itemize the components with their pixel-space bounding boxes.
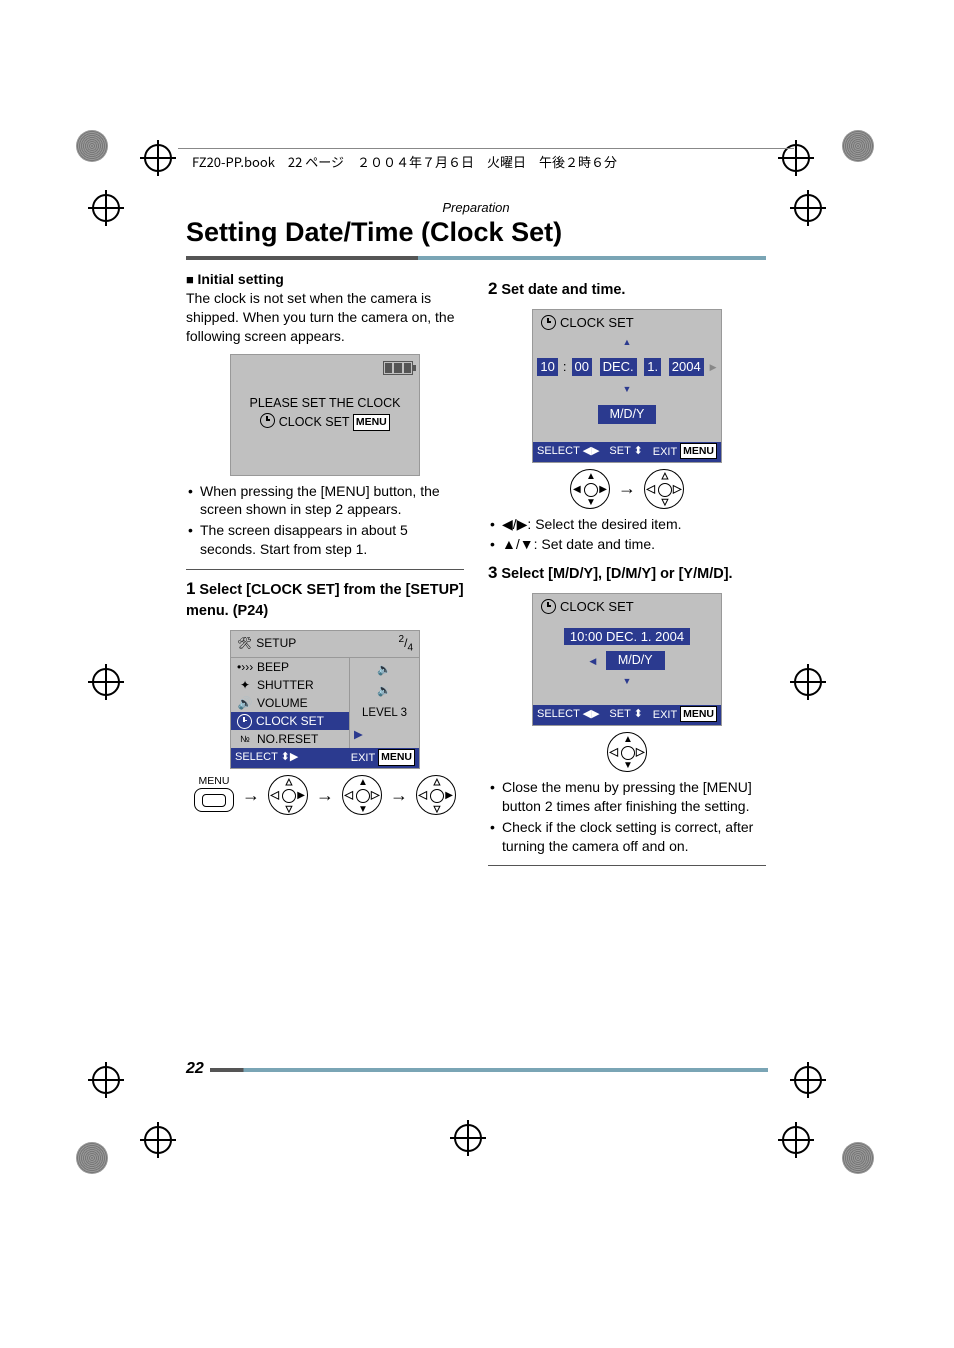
bullet-item: When pressing the [MENU] button, the scr… [186,482,464,520]
dpad-icon: ▲▼ ◀▶ [416,775,456,815]
lcd-clock-set-1: CLOCK SET ▲ 10 : 00 DEC. 1. 2004 ▶ ▼ M/D… [532,309,722,463]
lcd1-line1: PLEASE SET THE CLOCK [241,395,409,412]
divider [488,865,766,866]
initial-setting-body: The clock is not set when the camera is … [186,289,464,346]
clock1-title: CLOCK SET [560,314,634,332]
clock2-datetime: 10:00 DEC. 1. 2004 [564,628,690,646]
page-rule [210,1068,768,1072]
clock2-title: CLOCK SET [560,598,634,616]
header-rule [178,148,794,149]
dpad-sequence-2: ▲▼ ◀▶ → ▲▼ ◀▶ [488,469,766,509]
clock1-format: M/D/Y [598,405,657,424]
header-strip-text: FZ20-PP.book 22 ページ ２００４年７月６日 火曜日 午後２時６分 [192,152,617,171]
clock-icon [541,599,556,614]
vol-high-icon: 🔈 [377,663,391,679]
chevron-right-icon: ▶ [354,728,363,744]
setup-item-beep: •›››BEEP [231,658,349,676]
legend-ud: ▲/▼: Set date and time. [488,535,766,554]
bullets-end: Close the menu by pressing the [MENU] bu… [488,778,766,856]
bullet-item: Check if the clock setting is correct, a… [488,818,766,856]
chevron-left-icon: ◀ [589,656,596,666]
menu-button-icon [194,788,234,812]
setup-foot-select: SELECT [235,751,278,763]
arrow-right-icon: → [242,783,260,807]
setup-page: 2/4 [399,633,413,655]
setup-foot-exit: EXIT [351,752,375,764]
setup-item-clock-set: CLOCK SET [231,712,349,730]
page-number: 22 [186,1060,204,1078]
setup-title: SETUP [256,635,296,651]
chevron-right-icon: ▶ [710,361,717,373]
arrow-right-icon: → [618,476,636,500]
chevron-down-icon: ▼ [623,384,632,394]
page-title: Setting Date/Time (Clock Set) [186,217,766,248]
bullets-after-screen1: When pressing the [MENU] button, the scr… [186,482,464,560]
clock1-date-row: 10 : 00 DEC. 1. 2004 ▶ [533,358,721,376]
arrow-right-icon: → [390,783,408,807]
bullet-item: The screen disappears in about 5 seconds… [186,521,464,559]
chevron-up-icon: ▲ [623,337,632,347]
lcd1-menu-box: MENU [353,414,390,430]
lcd1-line2: CLOCK SET [279,415,350,429]
step-1: 1 Select [CLOCK SET] from the [SETUP] me… [186,578,464,622]
dpad-icon: ▲▼ ◀▶ [268,775,308,815]
clock-icon [541,315,556,330]
legend-list: ◀/▶: Select the desired item. ▲/▼: Set d… [488,515,766,555]
dpad-icon: ▲▼ ◀▶ [570,469,610,509]
title-rule [186,256,766,260]
lcd-setup-menu: 🛠 SETUP 2/4 •›››BEEP ✦SHUTTER 🔊VOLUME CL… [230,630,420,770]
section-preparation: Preparation [186,200,766,215]
lcd-clock-set-2: CLOCK SET 10:00 DEC. 1. 2004 ◀ M/D/Y ▼ S… [532,593,722,726]
wrench-icon: 🛠 [237,635,252,651]
chevron-down-icon: ▼ [623,676,632,686]
setup-foot-menu: MENU [378,749,415,765]
arrow-right-icon: → [316,783,334,807]
step-2: 2 Set date and time. [488,278,766,301]
clock2-format: M/D/Y [606,651,665,670]
setup-level: LEVEL 3 [362,706,407,722]
dpad-icon: ▲▼ ◀▶ [607,732,647,772]
setup-item-no-reset: №NO.RESET [231,730,349,748]
lcd-please-set-clock: PLEASE SET THE CLOCK CLOCK SET MENU [230,354,420,476]
menu-button-label: MENU [199,774,230,788]
clock-icon [260,413,275,428]
vol-mid-icon: 🔉 [377,684,391,700]
legend-lr: ◀/▶: Select the desired item. [488,515,766,534]
dpad-sequence-1: MENU → ▲▼ ◀▶ → ▲▼ ◀▶ → ▲▼ [186,775,464,815]
dpad-icon: ▲▼ ◀▶ [644,469,684,509]
setup-item-volume: 🔊VOLUME [231,694,349,712]
divider [186,569,464,570]
battery-icon [383,361,413,375]
bullet-item: Close the menu by pressing the [MENU] bu… [488,778,766,816]
dpad-icon: ▲▼ ◀▶ [342,775,382,815]
setup-items: •›››BEEP ✦SHUTTER 🔊VOLUME CLOCK SET №NO.… [231,658,350,749]
step-3: 3 Select [M/D/Y], [D/M/Y] or [Y/M/D]. [488,562,766,585]
setup-item-shutter: ✦SHUTTER [231,676,349,694]
dpad-sequence-3: ▲▼ ◀▶ [488,732,766,772]
initial-setting-heading: ■ Initial setting [186,270,464,289]
